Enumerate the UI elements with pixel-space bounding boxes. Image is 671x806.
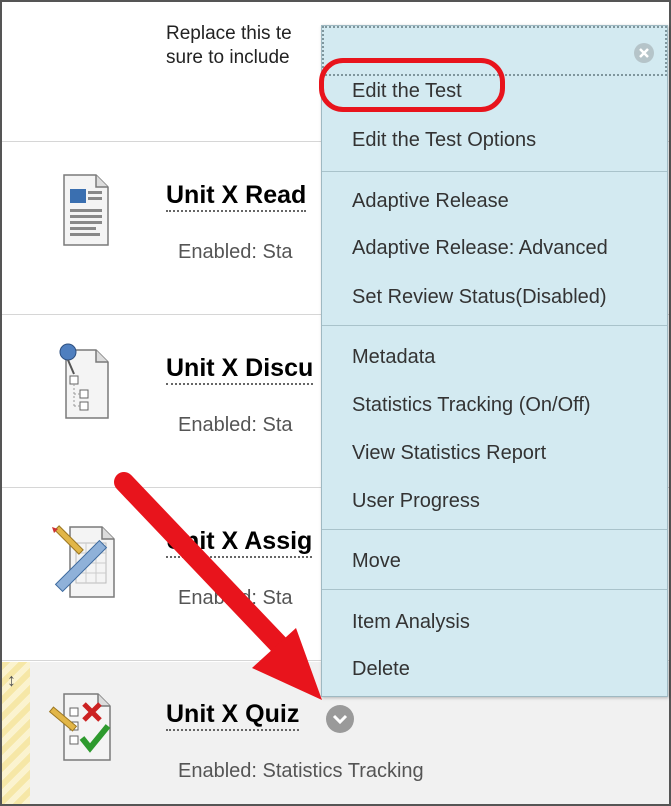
chevron-down-icon [332, 714, 348, 725]
discussion-icon [46, 342, 124, 422]
drag-strip[interactable]: ↕ [2, 662, 30, 804]
menu-item-metadata[interactable]: Metadata [352, 343, 435, 371]
menu-item-adaptive-release[interactable]: Adaptive Release [352, 187, 509, 215]
item-title-link[interactable]: Unit X Quiz [166, 699, 300, 731]
menu-item-edit-test-options[interactable]: Edit the Test Options [352, 126, 536, 154]
menu-item-move[interactable]: Move [352, 547, 401, 575]
close-icon[interactable] [633, 42, 655, 64]
menu-item-user-progress[interactable]: User Progress [352, 487, 480, 515]
item-status: Enabled: Sta [178, 414, 293, 436]
item-title-link[interactable]: Unit X Discu [166, 353, 314, 385]
menu-divider [322, 325, 667, 326]
item-status: Enabled: Sta [178, 587, 293, 609]
item-status: Enabled: Sta [178, 241, 293, 263]
assignment-icon [46, 523, 124, 603]
menu-item-delete[interactable]: Delete [352, 655, 410, 683]
document-icon [46, 171, 124, 251]
menu-item-view-statistics-report[interactable]: View Statistics Report [352, 439, 546, 467]
item-status: Enabled: Statistics Tracking [178, 760, 424, 782]
menu-divider [322, 171, 667, 172]
menu-divider [322, 529, 667, 530]
item-title-link[interactable]: Unit X Assig [166, 526, 313, 558]
item-context-menu: Edit the Test Edit the Test Options Adap… [321, 25, 668, 697]
menu-divider [322, 589, 667, 590]
menu-item-item-analysis[interactable]: Item Analysis [352, 608, 470, 636]
item-options-chevron-button[interactable] [326, 705, 354, 733]
item-title-link[interactable]: Unit X Read [166, 180, 307, 212]
menu-item-statistics-tracking[interactable]: Statistics Tracking (On/Off) [352, 391, 591, 419]
drag-handle-icon[interactable]: ↕ [7, 670, 16, 691]
highlight-ellipse-annotation [319, 58, 505, 112]
menu-item-set-review-status[interactable]: Set Review Status(Disabled) [352, 283, 607, 311]
quiz-icon [46, 686, 124, 766]
menu-item-adaptive-release-advanced[interactable]: Adaptive Release: Advanced [352, 234, 608, 262]
intro-text: Replace this te sure to include [166, 23, 292, 68]
